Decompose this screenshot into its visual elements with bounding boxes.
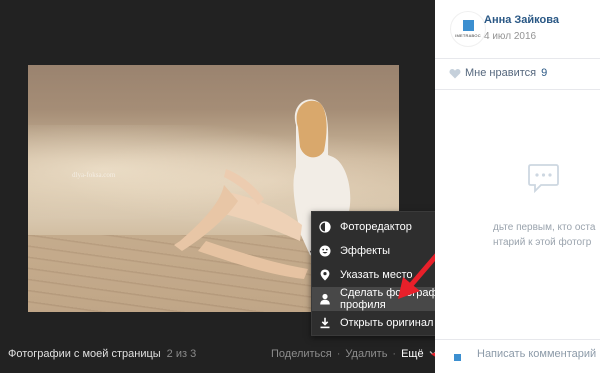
logo-square <box>453 353 461 361</box>
location-pin-icon <box>320 269 330 281</box>
smiley-icon <box>319 245 331 257</box>
divider <box>435 339 600 340</box>
photo-counter: 2 из 3 <box>166 348 197 360</box>
author-avatar[interactable]: IMETRABOC <box>450 11 486 47</box>
chevron-down-icon[interactable] <box>428 348 435 358</box>
divider <box>435 58 600 59</box>
like-label: Мне нравится <box>465 67 537 79</box>
separator-dot: · <box>392 348 397 360</box>
empty-text-line: дьте первым, кто оста <box>493 222 596 233</box>
like-count: 9 <box>541 67 548 79</box>
empty-text-line: нтарий к этой фотогр <box>493 237 592 248</box>
photo-side-panel: IMETRABOC Анна Зайкова 4 июл 2016 Мне нр… <box>435 0 600 373</box>
more-button[interactable]: Ещё <box>401 348 424 360</box>
separator-dot: · <box>336 348 341 360</box>
menu-item-label: Указать место <box>340 269 413 281</box>
download-icon <box>320 317 330 329</box>
album-link[interactable]: Фотографии с моей страницы <box>8 348 161 360</box>
heart-icon <box>449 68 461 78</box>
logo-text: IMETRABOC <box>455 33 481 38</box>
photo-actions: Поделиться · Удалить · Ещё <box>271 348 435 360</box>
like-button[interactable]: Мне нравится 9 <box>449 67 547 79</box>
logo-square <box>462 20 474 31</box>
empty-comments-text: дьте первым, кто оста нтарий к этой фото… <box>493 220 600 250</box>
album-caption: Фотографии с моей страницы 2 из 3 <box>8 348 196 360</box>
author-name[interactable]: Анна Зайкова <box>484 14 559 26</box>
contrast-icon <box>319 221 331 233</box>
menu-item-label: Фоторедактор <box>340 221 412 233</box>
post-date[interactable]: 4 июл 2016 <box>484 31 536 42</box>
menu-item-label: Эффекты <box>340 245 391 257</box>
menu-item-label: Открыть оригинал <box>340 317 434 329</box>
delete-button[interactable]: Удалить <box>345 348 387 360</box>
user-icon <box>320 293 330 305</box>
comment-avatar <box>444 344 470 370</box>
comment-input[interactable] <box>477 348 597 360</box>
comments-icon <box>528 164 559 194</box>
photo-watermark: dlya-foksa.com <box>72 171 116 179</box>
share-button[interactable]: Поделиться <box>271 348 332 360</box>
divider <box>435 89 600 90</box>
